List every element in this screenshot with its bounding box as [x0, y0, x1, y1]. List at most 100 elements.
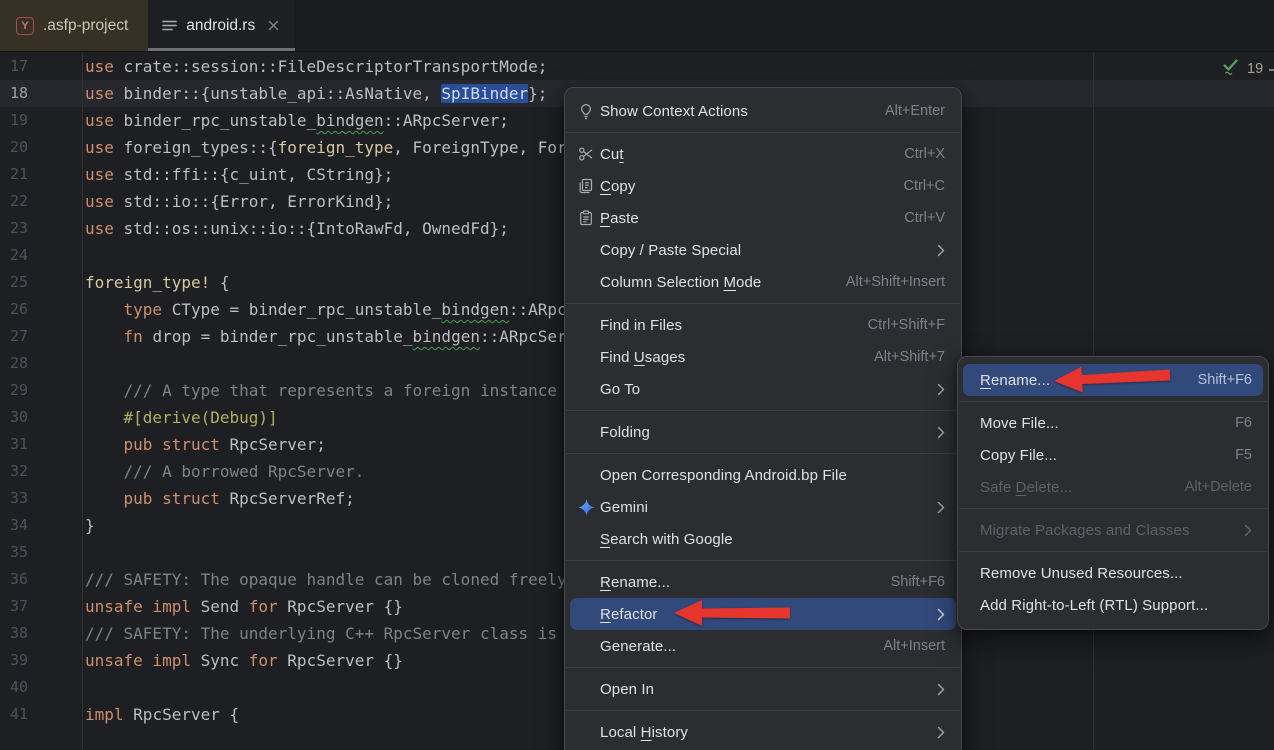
- menu-item-open-in[interactable]: Open In: [565, 673, 961, 705]
- menu-item-add-right-to-left-rtl-support[interactable]: Add Right-to-Left (RTL) Support...: [958, 589, 1268, 621]
- close-icon[interactable]: [268, 20, 279, 31]
- menu-item-shortcut: Shift+F6: [891, 574, 945, 590]
- line-number[interactable]: 21: [0, 161, 76, 188]
- line-number[interactable]: 39: [0, 647, 76, 674]
- line-number[interactable]: 32: [0, 458, 76, 485]
- menu-item-right: Ctrl+X: [880, 146, 945, 162]
- menu-item-open-corresponding-android-bp-file[interactable]: Open Corresponding Android.bp File: [565, 459, 961, 491]
- code-text: unsafe impl Send for RpcServer {}: [76, 593, 403, 620]
- line-number[interactable]: 17: [0, 53, 76, 80]
- menu-item-right: [913, 726, 945, 739]
- line-number[interactable]: 23: [0, 215, 76, 242]
- menu-item-label: Refactor: [600, 606, 658, 623]
- line-number[interactable]: 24: [0, 242, 76, 269]
- editor-context-menu: Show Context ActionsAlt+EnterCutCtrl+XCo…: [564, 87, 962, 750]
- line-number[interactable]: 22: [0, 188, 76, 215]
- menu-item-right: [1220, 524, 1252, 537]
- line-number[interactable]: 18: [0, 80, 76, 107]
- menu-item-local-history[interactable]: Local History: [565, 716, 961, 748]
- line-number[interactable]: 36: [0, 566, 76, 593]
- menu-item-column-selection-mode[interactable]: Column Selection ModeAlt+Shift+Insert: [565, 266, 961, 298]
- menu-separator: [566, 453, 960, 454]
- menu-item-label: Remove Unused Resources...: [980, 565, 1183, 582]
- menu-item-cut[interactable]: CutCtrl+X: [565, 138, 961, 170]
- menu-item-copy-file[interactable]: Copy File...F5: [958, 439, 1268, 471]
- menu-item-search-with-google[interactable]: Search with Google: [565, 523, 961, 555]
- paste-icon: [575, 210, 597, 226]
- line-number[interactable]: 34: [0, 512, 76, 539]
- menu-item-generate[interactable]: Generate...Alt+Insert: [565, 630, 961, 662]
- line-number[interactable]: 37: [0, 593, 76, 620]
- tab-android-rs[interactable]: android.rs: [148, 0, 295, 51]
- menu-item-rename[interactable]: Rename... Shift+F6: [565, 566, 961, 598]
- typos-count: 19: [1247, 61, 1263, 77]
- menu-item-right: Ctrl+Shift+F: [844, 317, 945, 333]
- line-number[interactable]: 29: [0, 377, 76, 404]
- menu-separator: [566, 303, 960, 304]
- line-number[interactable]: 19: [0, 107, 76, 134]
- code-line-17[interactable]: 17use crate::session::FileDescriptorTran…: [0, 53, 1274, 80]
- code-text: [76, 674, 85, 701]
- line-number[interactable]: 33: [0, 485, 76, 512]
- menu-item-label: Gemini: [600, 499, 648, 516]
- menu-item-copy-paste-special[interactable]: Copy / Paste Special: [565, 234, 961, 266]
- menu-item-right: [913, 426, 945, 439]
- menu-item-safe-delete[interactable]: Safe Delete...Alt+Delete: [958, 471, 1268, 503]
- menu-item-shortcut: Alt+Shift+7: [874, 349, 945, 365]
- code-text: foreign_type! {: [76, 269, 230, 296]
- scissors-icon: [575, 146, 597, 162]
- inspections-widget[interactable]: 19: [1221, 58, 1263, 80]
- menu-item-migrate-packages-and-classes[interactable]: Migrate Packages and Classes: [958, 514, 1268, 546]
- menu-item-right: F6: [1211, 415, 1252, 431]
- menu-item-label: Column Selection Mode: [600, 274, 761, 291]
- code-text: [76, 242, 85, 269]
- menu-item-shortcut: Shift+F6: [1198, 372, 1252, 388]
- menu-separator: [959, 551, 1267, 552]
- menu-item-label: Copy: [600, 178, 635, 195]
- line-number[interactable]: 38: [0, 620, 76, 647]
- line-number[interactable]: 41: [0, 701, 76, 728]
- menu-item-label: Copy File...: [980, 447, 1057, 464]
- chevron-right-icon: [937, 501, 945, 514]
- line-number[interactable]: 35: [0, 539, 76, 566]
- menu-item-label: Rename...: [600, 574, 670, 591]
- line-number[interactable]: 27: [0, 323, 76, 350]
- menu-item-right: [913, 501, 945, 514]
- code-text: pub struct RpcServer;: [76, 431, 326, 458]
- menu-item-gemini[interactable]: Gemini: [565, 491, 961, 523]
- menu-item-find-usages[interactable]: Find Usages Alt+Shift+7: [565, 341, 961, 373]
- tab-asfp-project[interactable]: Y .asfp-project: [0, 0, 148, 51]
- menu-separator: [566, 667, 960, 668]
- line-number[interactable]: 26: [0, 296, 76, 323]
- line-number[interactable]: 20: [0, 134, 76, 161]
- menu-item-go-to[interactable]: Go To: [565, 373, 961, 405]
- lightbulb-icon: [575, 103, 597, 120]
- line-number[interactable]: 28: [0, 350, 76, 377]
- menu-item-shortcut: Ctrl+X: [904, 146, 945, 162]
- code-text: /// A borrowed RpcServer.: [76, 458, 364, 485]
- chevron-right-icon: [1244, 524, 1252, 537]
- menu-item-copy[interactable]: CopyCtrl+C: [565, 170, 961, 202]
- menu-item-remove-unused-resources[interactable]: Remove Unused Resources...: [958, 557, 1268, 589]
- chevron-right-icon: [937, 726, 945, 739]
- code-text: impl RpcServer {: [76, 701, 239, 728]
- menu-item-folding[interactable]: Folding: [565, 416, 961, 448]
- menu-item-move-file[interactable]: Move File...F6: [958, 407, 1268, 439]
- menu-item-find-in-files[interactable]: Find in FilesCtrl+Shift+F: [565, 309, 961, 341]
- editor-tab-bar: Y .asfp-project android.rs: [0, 0, 1274, 52]
- menu-item-right: Shift+F6: [1174, 372, 1252, 388]
- menu-item-label: Safe Delete...: [980, 479, 1072, 496]
- ide-window: Y .asfp-project android.rs 17use crate::…: [0, 0, 1274, 750]
- line-number[interactable]: 40: [0, 674, 76, 701]
- inspection-check-icon: [1221, 58, 1240, 80]
- code-text: use binder_rpc_unstable_bindgen::ARpcSer…: [76, 107, 509, 134]
- line-number[interactable]: 31: [0, 431, 76, 458]
- menu-item-right: Alt+Enter: [861, 103, 945, 119]
- line-number[interactable]: 30: [0, 404, 76, 431]
- menu-item-paste[interactable]: PasteCtrl+V: [565, 202, 961, 234]
- menu-item-right: [913, 683, 945, 696]
- code-text: use crate::session::FileDescriptorTransp…: [76, 53, 547, 80]
- line-number[interactable]: 25: [0, 269, 76, 296]
- menu-item-show-context-actions[interactable]: Show Context ActionsAlt+Enter: [565, 95, 961, 127]
- menu-item-label: Find Usages: [600, 349, 685, 366]
